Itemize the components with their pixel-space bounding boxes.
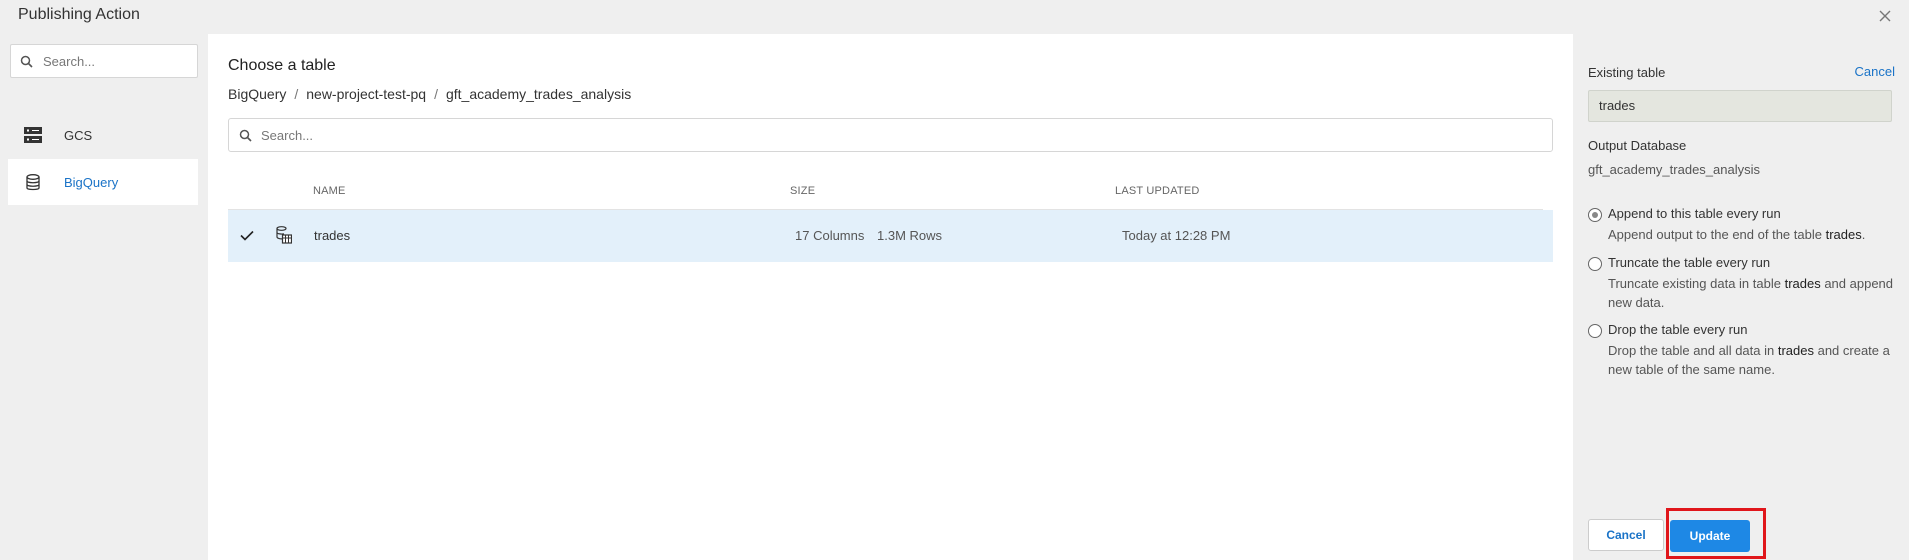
sidebar-item-label: BigQuery [64, 174, 119, 190]
sidebar-item-bigquery[interactable]: BigQuery [8, 159, 198, 205]
radio-truncate[interactable] [1588, 257, 1602, 271]
breadcrumb: BigQuery / new-project-test-pq / gft_aca… [228, 86, 631, 102]
option-title: Drop the table every run [1608, 322, 1748, 337]
breadcrumb-item[interactable]: new-project-test-pq [306, 86, 426, 102]
breadcrumb-separator: / [434, 86, 438, 102]
update-button[interactable]: Update [1670, 520, 1750, 552]
checkmark-icon [240, 230, 254, 241]
database-icon [24, 173, 42, 191]
column-header-size[interactable]: SIZE [790, 185, 815, 197]
option-description: Truncate existing data in table trades a… [1608, 276, 1894, 310]
page-title: Choose a table [228, 57, 336, 74]
output-database-value: gft_academy_trades_analysis [1588, 162, 1760, 177]
existing-table-field[interactable]: trades [1588, 90, 1892, 122]
option-description: Append output to the end of the table tr… [1608, 227, 1866, 242]
output-database-label: Output Database [1588, 138, 1687, 153]
source-sidebar: GCS BigQuery [0, 34, 208, 560]
option-title: Append to this table every run [1608, 206, 1781, 221]
table-last-updated: Today at 12:28 PM [1122, 228, 1231, 243]
search-icon [20, 55, 33, 68]
table-icon [276, 226, 292, 244]
option-append[interactable]: Append to this table every run Append ou… [1588, 206, 1898, 246]
publish-settings-panel: Existing table Cancel trades Output Data… [1573, 34, 1909, 560]
cancel-link[interactable]: Cancel [1855, 64, 1895, 79]
sidebar-item-label: GCS [64, 127, 93, 143]
window-title: Publishing Action [18, 6, 140, 23]
sidebar-item-gcs[interactable]: GCS [8, 112, 198, 158]
option-description: Drop the table and all data in trades an… [1608, 343, 1890, 377]
close-icon[interactable] [1875, 6, 1895, 26]
window-titlebar: Publishing Action [0, 0, 1909, 34]
table-search-input[interactable] [261, 124, 1541, 146]
sidebar-search [10, 44, 198, 78]
search-icon [239, 129, 252, 142]
existing-table-label: Existing table [1588, 65, 1666, 80]
table-chooser: Choose a table BigQuery / new-project-te… [208, 34, 1573, 560]
table-row-count: 1.3M Rows [877, 228, 943, 243]
breadcrumb-item[interactable]: BigQuery [228, 86, 286, 102]
column-header-last-updated[interactable]: LAST UPDATED [1115, 185, 1200, 197]
cancel-button[interactable]: Cancel [1588, 519, 1664, 551]
sidebar-search-input[interactable] [43, 50, 193, 72]
radio-drop[interactable] [1588, 324, 1602, 338]
table-search [228, 118, 1553, 152]
option-title: Truncate the table every run [1608, 255, 1771, 270]
column-header-name[interactable]: NAME [313, 185, 346, 197]
radio-append[interactable] [1588, 208, 1602, 222]
table-column-count: 17 Columns [795, 228, 865, 243]
storage-server-icon [24, 126, 42, 144]
option-drop[interactable]: Drop the table every run Drop the table … [1588, 322, 1898, 380]
breadcrumb-separator: / [294, 86, 299, 102]
breadcrumb-item[interactable]: gft_academy_trades_analysis [446, 86, 631, 102]
table-header: NAME SIZE LAST UPDATED [228, 172, 1543, 210]
table-name: trades [314, 228, 351, 243]
table-row[interactable]: trades 17 Columns 1.3M Rows Today at 12:… [228, 210, 1553, 262]
option-truncate[interactable]: Truncate the table every run Truncate ex… [1588, 255, 1898, 313]
